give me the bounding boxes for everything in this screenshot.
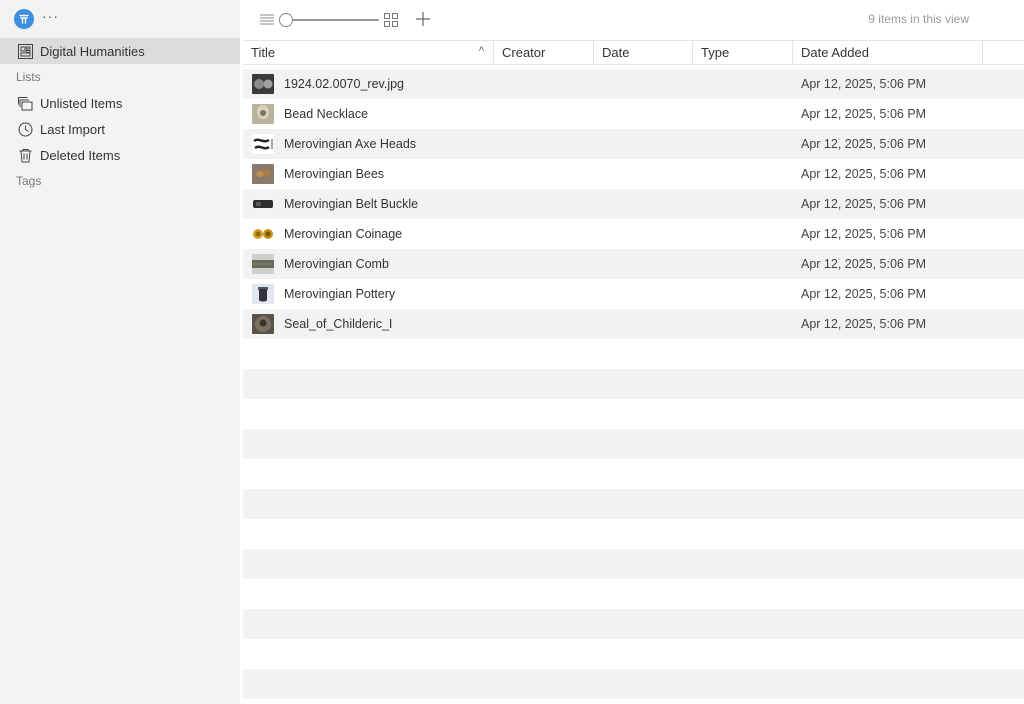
empty-row (243, 579, 1024, 609)
thumbnail-seal (252, 314, 274, 334)
empty-row (243, 459, 1024, 489)
row-title: Bead Necklace (284, 107, 369, 121)
empty-row (243, 549, 1024, 579)
table-row[interactable]: Merovingian Pottery Apr 12, 2025, 5:06 P… (243, 279, 1024, 309)
sidebar-item-label: Digital Humanities (40, 43, 145, 59)
library-grid-icon (16, 42, 34, 60)
grid-view-icon[interactable] (383, 12, 399, 28)
row-title: Merovingian Bees (284, 167, 385, 181)
table-row[interactable]: Merovingian Axe Heads Apr 12, 2025, 5:06… (243, 129, 1024, 159)
app-logo-icon[interactable] (14, 9, 34, 29)
row-date-added: Apr 12, 2025, 5:06 PM (801, 197, 927, 211)
row-title: 1924.02.0070_rev.jpg (284, 77, 405, 91)
empty-row (243, 399, 1024, 429)
column-header-date[interactable]: Date (594, 41, 693, 64)
thumbnail-axe-heads (252, 134, 274, 154)
row-title: Merovingian Axe Heads (284, 137, 417, 151)
sidebar-item-label: Deleted Items (40, 147, 121, 163)
table-row[interactable]: Merovingian Bees Apr 12, 2025, 5:06 PM (243, 159, 1024, 189)
row-date-added: Apr 12, 2025, 5:06 PM (801, 77, 927, 91)
list-view-icon[interactable] (260, 13, 274, 26)
empty-row (243, 489, 1024, 519)
thumbnail-belt-buckle (252, 194, 274, 214)
empty-row (243, 609, 1024, 639)
slider-thumb[interactable] (279, 13, 293, 27)
trash-icon (16, 146, 34, 164)
row-title: Merovingian Coinage (284, 227, 403, 241)
sidebar-item-library[interactable]: Digital Humanities (0, 38, 240, 64)
table-row[interactable]: Bead Necklace Apr 12, 2025, 5:06 PM (243, 99, 1024, 129)
empty-row (243, 429, 1024, 459)
main-pane: 9 items in this view Title ^ Creator Dat… (243, 0, 1024, 704)
column-label: Date (602, 45, 630, 60)
row-title: Merovingian Pottery (284, 287, 396, 301)
slider-track (285, 19, 379, 21)
toolbar: 9 items in this view (243, 0, 1024, 40)
column-label: Date Added (801, 45, 869, 60)
unlisted-items-icon (16, 94, 34, 112)
thumbnail-necklace (252, 104, 274, 124)
thumbnail-coin-scan (252, 74, 274, 94)
lists-header: Lists (16, 70, 41, 84)
row-date-added: Apr 12, 2025, 5:06 PM (801, 287, 927, 301)
sidebar-item-unlisted-items[interactable]: Unlisted Items (0, 90, 240, 116)
column-header-type[interactable]: Type (693, 41, 793, 64)
table-row[interactable]: 1924.02.0070_rev.jpg Apr 12, 2025, 5:06 … (243, 69, 1024, 99)
tags-header: Tags (16, 174, 42, 188)
table-header: Title ^ Creator Date Type Date Added (243, 40, 1024, 65)
more-menu-button[interactable]: ··· (42, 9, 59, 23)
thumbnail-coinage (252, 224, 274, 244)
thumbnail-comb (252, 254, 274, 274)
column-label: Title (251, 45, 276, 60)
row-date-added: Apr 12, 2025, 5:06 PM (801, 317, 927, 331)
zoom-slider[interactable] (279, 12, 379, 28)
row-date-added: Apr 12, 2025, 5:06 PM (801, 167, 927, 181)
table-row[interactable]: Seal_of_Childeric_I Apr 12, 2025, 5:06 P… (243, 309, 1024, 339)
row-title: Merovingian Comb (284, 257, 389, 271)
row-date-added: Apr 12, 2025, 5:06 PM (801, 257, 927, 271)
item-count: 9 items in this view (868, 12, 969, 26)
empty-row (243, 519, 1024, 549)
column-header-date-added[interactable]: Date Added (793, 41, 983, 64)
clock-icon (16, 120, 34, 138)
row-date-added: Apr 12, 2025, 5:06 PM (801, 137, 927, 151)
thumbnail-pottery (252, 284, 274, 304)
item-list: 1924.02.0070_rev.jpg Apr 12, 2025, 5:06 … (243, 69, 1024, 699)
empty-row (243, 639, 1024, 669)
table-row[interactable]: Merovingian Comb Apr 12, 2025, 5:06 PM (243, 249, 1024, 279)
row-title: Seal_of_Childeric_I (284, 317, 393, 331)
table-row[interactable]: Merovingian Belt Buckle Apr 12, 2025, 5:… (243, 189, 1024, 219)
sort-ascending-icon: ^ (478, 45, 484, 57)
column-label: Creator (502, 45, 546, 60)
empty-row (243, 369, 1024, 399)
empty-row (243, 339, 1024, 369)
column-label: Type (701, 45, 730, 60)
row-date-added: Apr 12, 2025, 5:06 PM (801, 107, 927, 121)
empty-row (243, 669, 1024, 699)
sidebar-top: ··· (0, 0, 240, 38)
column-header-creator[interactable]: Creator (494, 41, 594, 64)
sidebar-item-label: Unlisted Items (40, 95, 123, 111)
row-date-added: Apr 12, 2025, 5:06 PM (801, 227, 927, 241)
sidebar-item-last-import[interactable]: Last Import (0, 116, 240, 142)
add-item-button[interactable] (414, 10, 432, 28)
thumbnail-bees (252, 164, 274, 184)
sidebar-item-label: Last Import (40, 121, 106, 137)
column-header-title[interactable]: Title ^ (243, 41, 494, 64)
sidebar-item-deleted-items[interactable]: Deleted Items (0, 142, 240, 168)
sidebar: ··· Digital Humanities Lists Unlisted It… (0, 0, 240, 704)
row-title: Merovingian Belt Buckle (284, 197, 419, 211)
table-row[interactable]: Merovingian Coinage Apr 12, 2025, 5:06 P… (243, 219, 1024, 249)
